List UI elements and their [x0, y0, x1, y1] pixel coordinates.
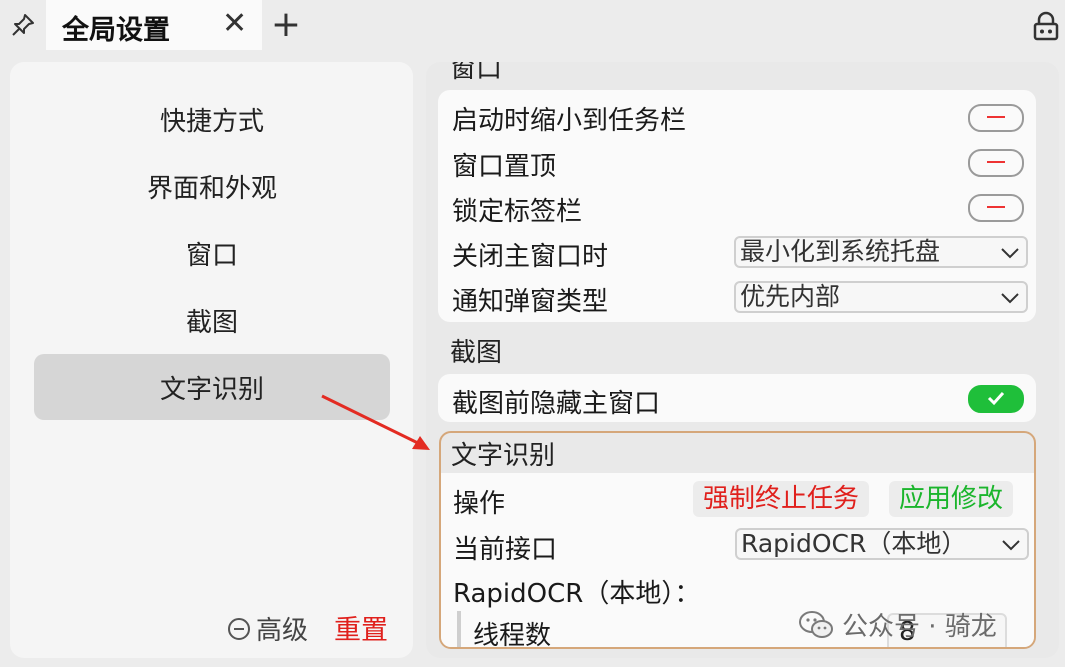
- current-api-value: RapidOCR（本地）: [741, 529, 967, 558]
- current-api-select[interactable]: RapidOCR（本地）: [735, 528, 1029, 560]
- tab-title: 全局设置: [62, 15, 170, 46]
- close-main-label: 关闭主窗口时: [452, 242, 609, 272]
- hide-main-label: 截图前隐藏主窗口: [452, 389, 661, 419]
- wechat-icon: [799, 610, 833, 638]
- engine-heading: RapidOCR（本地）：: [453, 579, 701, 609]
- watermark-text: 公众号 · 骑龙: [842, 612, 997, 642]
- operation-label: 操作: [453, 489, 506, 519]
- sidebar: 快捷方式 界面和外观 窗口 截图 文字识别 高级 重置: [10, 62, 413, 658]
- section-title-window: 窗口: [450, 62, 503, 84]
- settings-scroll-area[interactable]: 窗口 启动时缩小到任务栏 窗口置顶 锁定标签栏 关闭主窗口时 最小化到系统托盘 …: [426, 62, 1059, 658]
- chevron-down-icon: [1002, 540, 1020, 551]
- chevron-down-icon: [1001, 293, 1019, 304]
- check-icon: [987, 391, 1005, 406]
- notify-type-label: 通知弹窗类型: [452, 287, 609, 317]
- advanced-label: 高级: [256, 616, 309, 646]
- close-main-select[interactable]: 最小化到系统托盘: [734, 236, 1028, 268]
- annotation-arrow-icon: [321, 394, 430, 450]
- always-on-top-toggle[interactable]: [968, 149, 1024, 177]
- force-stop-button[interactable]: 强制终止任务: [693, 481, 870, 517]
- apply-changes-button[interactable]: 应用修改: [889, 481, 1014, 517]
- off-mark-icon: [987, 116, 1005, 118]
- watermark: 公众号 · 骑龙: [798, 606, 997, 643]
- current-api-label: 当前接口: [453, 535, 558, 565]
- off-mark-icon: [987, 161, 1005, 163]
- reset-button[interactable]: 重置: [334, 608, 388, 647]
- section-title-screenshot: 截图: [450, 338, 503, 368]
- sidebar-item-window[interactable]: 窗口: [34, 220, 390, 286]
- off-mark-icon: [987, 206, 1005, 208]
- tab-global-settings[interactable]: 全局设置 ✕: [46, 0, 262, 50]
- lock-tabbar-label: 锁定标签栏: [452, 197, 583, 227]
- notify-type-select[interactable]: 优先内部: [734, 281, 1028, 313]
- notify-type-value: 优先内部: [740, 282, 841, 311]
- indent-bar: [457, 611, 461, 647]
- window-settings-card: 启动时缩小到任务栏 窗口置顶 锁定标签栏 关闭主窗口时 最小化到系统托盘 通知弹…: [438, 90, 1036, 322]
- minimize-on-start-toggle[interactable]: [968, 104, 1024, 132]
- close-icon[interactable]: ✕: [222, 6, 247, 41]
- sidebar-item-shortcuts[interactable]: 快捷方式: [34, 86, 390, 152]
- sidebar-item-appearance[interactable]: 界面和外观: [34, 153, 390, 219]
- lock-tabbar-toggle[interactable]: [968, 194, 1024, 222]
- chevron-down-icon: [1001, 248, 1019, 259]
- screenshot-settings-card: 截图前隐藏主窗口: [438, 374, 1036, 422]
- tab-bar: 全局设置 ✕ +: [0, 0, 1065, 50]
- lock-icon[interactable]: [1030, 10, 1062, 42]
- close-main-value: 最小化到系统托盘: [740, 237, 941, 266]
- minus-circle-icon: [228, 617, 250, 640]
- always-on-top-label: 窗口置顶: [452, 152, 557, 182]
- section-title-ocr: 文字识别: [451, 441, 556, 471]
- pin-icon[interactable]: [0, 0, 46, 50]
- advanced-toggle[interactable]: 高级: [228, 610, 308, 647]
- hide-main-toggle[interactable]: [968, 385, 1024, 413]
- threads-label: 线程数: [473, 621, 552, 649]
- minimize-on-start-label: 启动时缩小到任务栏: [452, 106, 687, 136]
- add-tab-icon[interactable]: +: [266, 4, 306, 45]
- sidebar-item-screenshot[interactable]: 截图: [34, 287, 390, 353]
- pin-glyph: [12, 14, 34, 36]
